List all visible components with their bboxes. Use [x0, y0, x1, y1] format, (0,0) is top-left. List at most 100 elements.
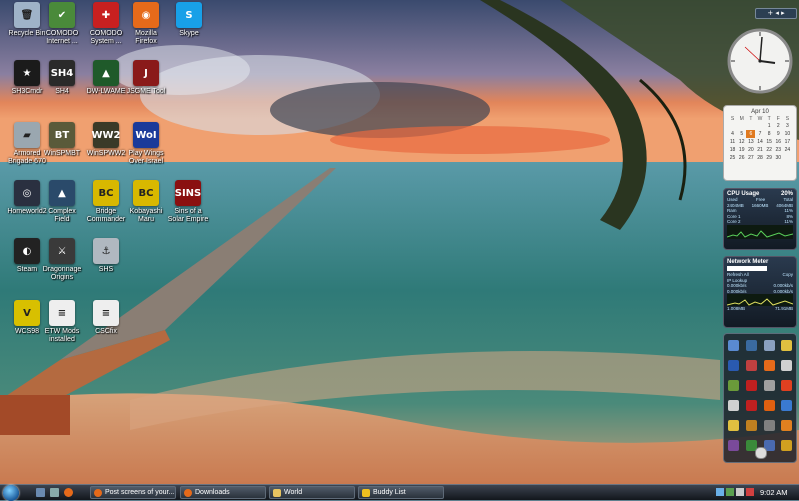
total-download: 71.91MB — [774, 306, 793, 311]
calendar-day[interactable] — [746, 122, 755, 130]
launcher-app-icon[interactable] — [728, 440, 739, 451]
launcher-grid — [728, 340, 794, 451]
calendar-day[interactable]: 18 — [728, 146, 737, 154]
desktop-icon[interactable]: J JSGME Tool — [120, 60, 172, 96]
calendar-day[interactable]: 14 — [755, 138, 764, 146]
launcher-app-icon[interactable] — [728, 340, 739, 351]
calendar-day[interactable]: 28 — [755, 154, 764, 162]
show-desktop-icon[interactable] — [36, 488, 45, 497]
launcher-app-icon[interactable] — [781, 420, 793, 431]
cpu-usage-gadget[interactable]: CPU Usage 20% Used Free Total 2404MB 166… — [723, 188, 797, 250]
analog-clock-icon — [727, 28, 793, 94]
calendar-day[interactable]: 8 — [765, 130, 774, 138]
skype-icon: S — [176, 2, 202, 28]
folder-icon — [273, 489, 281, 497]
sidebar-controls[interactable]: + ◂ ▸ — [755, 8, 797, 19]
desktop-icon-label: Sins of a Solar Empire — [167, 208, 209, 223]
calendar-day[interactable]: 27 — [746, 154, 755, 162]
launcher-app-icon[interactable] — [781, 340, 793, 351]
calendar-day[interactable]: 7 — [755, 130, 764, 138]
calendar-day[interactable]: 12 — [737, 138, 746, 146]
taskbar-button-downloads[interactable]: Downloads — [180, 486, 266, 499]
calendar-month: Apr 10 — [751, 109, 769, 115]
launcher-app-icon[interactable] — [781, 360, 793, 371]
calendar-day[interactable]: 11 — [728, 138, 737, 146]
clock-gadget[interactable] — [723, 25, 797, 97]
copy-link[interactable]: Copy — [782, 272, 793, 278]
launcher-app-icon[interactable] — [763, 420, 775, 431]
calendar-day[interactable]: 4 — [728, 130, 737, 138]
calendar-day[interactable]: 3 — [783, 122, 792, 130]
system-tray: 9:02 AM — [712, 486, 798, 499]
switch-windows-icon[interactable] — [50, 488, 59, 497]
launcher-app-icon[interactable] — [728, 420, 739, 431]
launcher-app-icon[interactable] — [781, 400, 793, 411]
calendar-day[interactable]: 20 — [746, 146, 755, 154]
calendar-day[interactable] — [728, 122, 737, 130]
calendar-day[interactable]: 17 — [783, 138, 792, 146]
calendar-day[interactable]: 22 — [765, 146, 774, 154]
calendar-day[interactable]: 13 — [746, 138, 755, 146]
launcher-app-icon[interactable] — [763, 380, 775, 391]
launcher-app-icon[interactable] — [728, 400, 739, 411]
calendar-day[interactable]: 9 — [774, 130, 783, 138]
calendar-day[interactable]: 15 — [765, 138, 774, 146]
calendar-day[interactable]: 29 — [765, 154, 774, 162]
network-meter-gadget[interactable]: Network Meter Refresh All Copy IP Lookup… — [723, 256, 797, 328]
calendar-day[interactable]: 5 — [737, 130, 746, 138]
calendar-day[interactable]: 10 — [783, 130, 792, 138]
calendar-day[interactable]: 1 — [765, 122, 774, 130]
launcher-app-icon[interactable] — [781, 440, 793, 451]
net-down-1: 0.000kb/s — [727, 288, 747, 294]
desktop-icon[interactable]: ⚓ SHS — [80, 238, 132, 274]
launcher-app-icon[interactable] — [745, 420, 757, 431]
calendar-day[interactable]: 30 — [774, 154, 783, 162]
launcher-app-icon[interactable] — [763, 360, 775, 371]
launcher-app-icon[interactable] — [728, 380, 739, 391]
launcher-app-icon[interactable] — [763, 400, 775, 411]
refresh-all-link[interactable]: Refresh All — [727, 272, 749, 278]
launcher-app-icon[interactable] — [745, 380, 757, 391]
calendar-day[interactable]: 6 — [746, 130, 756, 138]
firefox-icon: ◉ — [133, 2, 159, 28]
sidebar-nav-icon[interactable]: ◂ ▸ — [775, 9, 784, 17]
desktop-icon[interactable]: S Skype — [163, 2, 215, 38]
desktop-icon[interactable]: ≡ CSCfix — [80, 300, 132, 336]
desktop-icon[interactable]: WoI Play Wings Over Israel — [120, 122, 172, 166]
calendar-day[interactable] — [755, 122, 764, 130]
sh4-icon: SH4 — [49, 60, 75, 86]
launcher-app-icon[interactable] — [781, 380, 793, 391]
app-launcher-gadget[interactable] — [723, 333, 797, 463]
taskbar-button-world[interactable]: World — [269, 486, 355, 499]
launcher-app-icon[interactable] — [763, 340, 775, 351]
calendar-day[interactable]: 24 — [783, 146, 792, 154]
desktop-icon-label: Play Wings Over Israel — [128, 150, 164, 165]
add-gadget-icon[interactable]: + — [767, 9, 773, 17]
calendar-day[interactable]: 16 — [774, 138, 783, 146]
taskbar-button-post-screens[interactable]: Post screens of your... — [90, 486, 176, 499]
firefox-quicklaunch-icon[interactable] — [64, 488, 73, 497]
launcher-scroll-icon[interactable] — [755, 447, 767, 459]
start-orb-button[interactable] — [3, 485, 19, 501]
launcher-app-icon[interactable] — [728, 360, 739, 371]
calendar-day[interactable]: 19 — [737, 146, 746, 154]
launcher-app-icon[interactable] — [745, 360, 757, 371]
calendar-grid: S M T W T F S 1 2 3 4 5 6 7 8 9 10 11 12 13 14 15 16 17 18 19 20 21… — [728, 116, 792, 162]
calendar-day[interactable] — [737, 122, 746, 130]
taskbar-button-buddy-list[interactable]: Buddy List — [358, 486, 444, 499]
security-tray-icon[interactable] — [746, 488, 754, 496]
launcher-app-icon[interactable] — [745, 400, 757, 411]
volume-tray-icon[interactable] — [736, 488, 744, 496]
calendar-day[interactable]: 21 — [755, 146, 764, 154]
calendar-day[interactable]: 23 — [774, 146, 783, 154]
launcher-app-icon[interactable] — [745, 340, 757, 351]
calendar-day[interactable]: 26 — [737, 154, 746, 162]
network-tray-icon[interactable] — [716, 488, 724, 496]
desktop-icon-label: SHS — [98, 266, 114, 273]
calendar-day[interactable]: 25 — [728, 154, 737, 162]
calendar-day[interactable]: 2 — [774, 122, 783, 130]
desktop-icon[interactable]: SINS Sins of a Solar Empire — [162, 180, 214, 224]
tray-clock[interactable]: 9:02 AM — [760, 487, 788, 498]
shield-tray-icon[interactable] — [726, 488, 734, 496]
calendar-gadget[interactable]: Apr 10 S M T W T F S 1 2 3 4 5 6 7 8 9 10 11 12 13 14 15 16 17 1… — [723, 105, 797, 181]
